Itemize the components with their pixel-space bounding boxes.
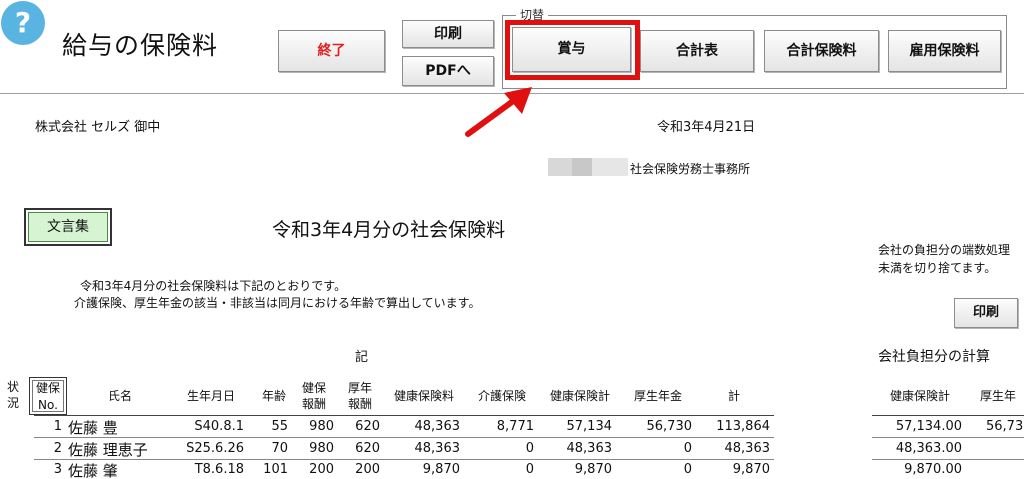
header-kosei-std: 厚年 報酬 [344, 380, 376, 412]
header-kenpo-std-1: 健保 [301, 381, 326, 395]
side-row-3-health-total: 9,870.00 [904, 462, 962, 477]
app-title: 給与の保険料 [62, 31, 219, 60]
row-2-pension: 0 [683, 441, 692, 456]
row-1-total: 113,864 [716, 419, 770, 434]
header-care: 介護保険 [477, 389, 526, 403]
row-2-line [34, 459, 774, 460]
side-note-line-1: 会社の負担分の端数処理 [878, 243, 1011, 257]
side-calc-title: 会社負担分の計算 [878, 349, 990, 365]
side-row-1-pension: 56,73 [986, 419, 1024, 434]
document-title: 令和3年4月分の社会保険料 [272, 219, 506, 241]
print-button[interactable]: 印刷 [402, 20, 494, 48]
kenpo-no-line-1: 健保 [35, 381, 60, 395]
row-3-birth: T8.6.18 [194, 462, 244, 477]
row-3-health-total: 9,870 [574, 462, 612, 477]
row-2-health-total: 48,363 [566, 441, 613, 456]
row-2-kenpo: 980 [309, 441, 334, 456]
row-3-name[interactable]: 佐藤 肇 [68, 460, 118, 479]
row-3-total: 9,870 [732, 462, 770, 477]
header-name: 氏名 [107, 389, 132, 403]
row-2-name[interactable]: 佐藤 理恵子 [68, 439, 148, 460]
intro-line-2: 介護保険、厚生年金の該当・非該当は同月における年齢で算出しています。 [74, 296, 481, 310]
side-table-header-rule [872, 415, 1024, 416]
side-print-button[interactable]: 印刷 [954, 298, 1018, 328]
row-1-care: 8,771 [496, 419, 534, 434]
row-2-health: 48,363 [414, 441, 461, 456]
redacted-name [548, 158, 628, 176]
row-1-no: 1 [53, 419, 62, 434]
side-row-1-line [872, 437, 1024, 438]
row-3-age: 101 [263, 462, 288, 477]
ki-label: 記 [355, 350, 369, 365]
row-1-health: 48,363 [414, 419, 461, 434]
table-header-rule [34, 415, 774, 416]
row-3-health: 9,870 [422, 462, 460, 477]
row-2-no: 2 [53, 441, 62, 456]
header-age: 年齢 [261, 389, 286, 403]
client-name: 株式会社 セルズ 御中 [35, 120, 161, 135]
intro-line-1: 令和3年4月分の社会保険料は下記のとおりです。 [80, 279, 347, 293]
row-1-age: 55 [271, 419, 288, 434]
header-health: 健康保険料 [393, 389, 454, 403]
document-date: 令和3年4月21日 [657, 120, 756, 135]
employment-insurance-button[interactable]: 雇用保険料 [888, 30, 1001, 72]
side-header-pension: 厚生年 [980, 389, 1017, 403]
kenpo-no-line-2: No. [38, 398, 58, 412]
row-3-kenpo: 200 [309, 462, 334, 477]
end-button[interactable]: 終了 [278, 30, 385, 72]
row-3-no: 3 [53, 462, 62, 477]
header-kosei-std-2: 報酬 [347, 397, 372, 411]
header-kenpo-std-2: 報酬 [301, 397, 326, 411]
header-pension: 厚生年金 [633, 389, 682, 403]
side-header-health-total: 健康保険計 [889, 389, 950, 403]
row-3-kosei: 200 [355, 462, 380, 477]
row-2-total: 48,363 [724, 441, 771, 456]
row-1-health-total: 57,134 [566, 419, 613, 434]
row-2-age: 70 [271, 441, 288, 456]
row-1-name[interactable]: 佐藤 豊 [68, 417, 118, 438]
total-table-button[interactable]: 合計表 [640, 30, 754, 72]
help-icon[interactable]: ? [1, 1, 45, 45]
total-insurance-button[interactable]: 合計保険料 [764, 30, 879, 72]
header-birth: 生年月日 [186, 389, 235, 403]
side-note-line-2: 未満を切り捨てます。 [878, 261, 997, 275]
row-3-care: 0 [525, 462, 534, 477]
row-2-care: 0 [525, 441, 534, 456]
row-1-line [34, 437, 774, 438]
side-row-1-health-total: 57,134.00 [895, 419, 962, 434]
row-1-pension: 56,730 [646, 419, 693, 434]
row-1-kosei: 620 [355, 419, 380, 434]
row-3-pension: 0 [683, 462, 692, 477]
kenpo-no-header[interactable]: 健保 No. [29, 377, 67, 415]
phrases-button[interactable]: 文言集 [24, 208, 112, 246]
status-header: 状況 [7, 380, 20, 410]
header-health-total: 健康保険計 [549, 389, 610, 403]
header-total: 計 [727, 389, 740, 403]
highlight-box [505, 20, 640, 80]
side-row-2-health-total: 48,363.00 [895, 441, 962, 456]
row-1-birth: S40.8.1 [194, 419, 244, 434]
pointer-arrow-icon [465, 87, 532, 137]
header-kosei-std-1: 厚年 [347, 381, 372, 395]
header-kenpo-std: 健保 報酬 [298, 380, 330, 412]
row-2-birth: S25.6.26 [186, 441, 244, 456]
row-1-kenpo: 980 [309, 419, 334, 434]
side-row-2-line [872, 459, 1024, 460]
office-name: 社会保険労務士事務所 [630, 162, 751, 176]
row-2-kosei: 620 [355, 441, 380, 456]
